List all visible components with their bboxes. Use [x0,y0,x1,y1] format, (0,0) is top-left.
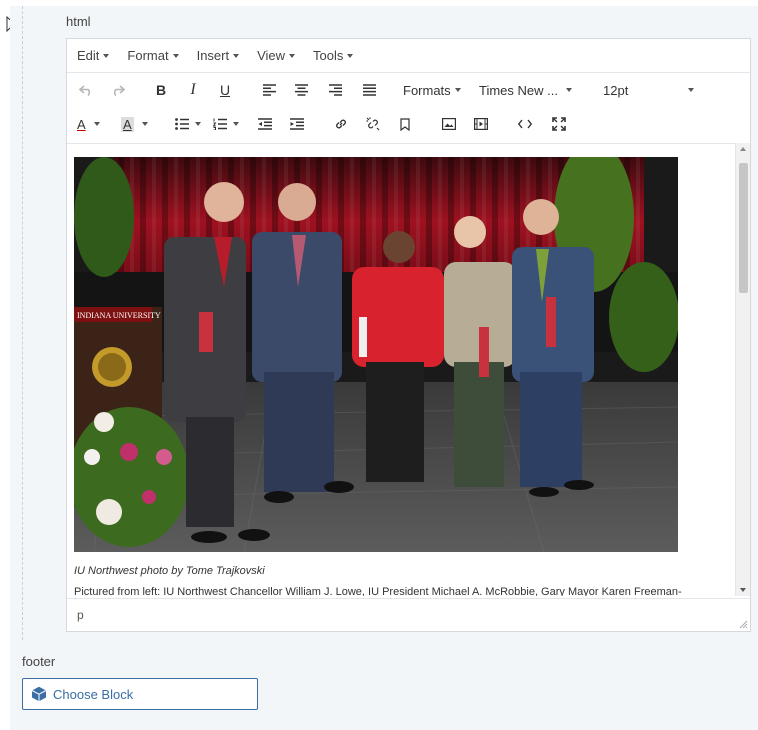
chevron-down-icon [454,88,461,92]
code-icon [518,119,532,129]
numbered-list-icon [213,118,227,130]
text-color-button[interactable]: A [77,113,103,135]
photo-description: Pictured from left: IU Northwest Chancel… [74,586,682,596]
chevron-down-icon [172,53,179,58]
chevron-down-icon [347,53,354,58]
undo-button[interactable] [75,79,97,101]
cube-icon [31,686,47,702]
menu-edit[interactable]: Edit [77,48,110,63]
fullscreen-icon [552,117,566,131]
rich-text-editor[interactable]: Edit Format Insert View Tools B I U Form… [66,38,751,632]
remove-link-button[interactable] [363,113,383,135]
choose-block-label: Choose Block [53,686,134,702]
menu-edit-label: Edit [77,48,100,63]
insert-link-button[interactable] [331,113,351,135]
redo-icon [113,85,125,96]
element-path[interactable]: p [77,608,84,622]
image-icon [442,118,456,130]
scroll-down-arrow-icon[interactable] [740,588,746,592]
anchor-button[interactable] [395,113,415,135]
menu-format[interactable]: Format [127,48,179,63]
font-size-value: 12pt [603,82,629,98]
embedded-photo[interactable]: INDIANA UNIVERSITY [74,157,678,552]
chevron-down-icon [289,53,296,58]
media-icon [474,118,488,130]
align-justify-button[interactable] [359,79,379,101]
source-code-button[interactable] [515,113,535,135]
html-field-label: html [66,14,91,29]
chevron-down-icon [195,122,201,126]
nesting-guide-line [22,6,23,640]
scrollbar-thumb[interactable] [739,163,748,293]
undo-icon [79,85,91,96]
toolbar-row-2: A A [67,107,750,141]
resize-handle-icon[interactable] [739,620,748,629]
editor-menubar: Edit Format Insert View Tools [67,39,750,73]
menu-insert[interactable]: Insert [197,48,240,63]
bullet-list-icon [175,118,189,130]
formats-label: Formats [403,82,451,98]
editor-content-area[interactable]: INDIANA UNIVERSITY IU Northwest photo by… [67,143,735,596]
indent-button[interactable] [287,113,307,135]
text-color-label: A [77,116,86,132]
ribbon-cutting-photo: INDIANA UNIVERSITY [74,157,678,552]
menu-tools-label: Tools [313,48,344,63]
menu-view-label: View [257,48,286,63]
bookmark-icon [400,117,410,131]
footer-field-label: footer [22,654,56,669]
chevron-down-icon [233,122,239,126]
link-icon [336,119,346,129]
formats-dropdown[interactable]: Formats [403,79,467,101]
background-color-label: A [121,116,134,132]
chevron-down-icon [93,122,100,126]
chevron-down-icon [688,88,694,92]
toolbar-row-1: B I U Formats Times New ... 12pt [67,73,750,107]
photo-caption: IU Northwest photo by Tome Trajkovski [74,565,265,577]
chevron-down-icon [233,53,240,58]
menu-tools[interactable]: Tools [313,48,354,63]
redo-button[interactable] [107,79,129,101]
bold-button[interactable]: B [151,79,171,101]
background-color-button[interactable]: A [121,113,151,135]
menu-view[interactable]: View [257,48,296,63]
align-right-button[interactable] [325,79,345,101]
align-left-icon [262,84,276,96]
chevron-down-icon [103,53,110,58]
align-justify-icon [362,84,376,96]
align-right-icon [328,84,342,96]
chevron-down-icon [141,122,148,126]
font-family-value: Times New ... [479,82,558,98]
font-family-select[interactable]: Times New ... [479,79,579,101]
editor-scrollbar[interactable] [735,143,750,596]
underline-button[interactable]: U [215,79,235,101]
menu-insert-label: Insert [196,48,230,63]
scroll-up-arrow-icon[interactable] [740,147,746,151]
content-panel: html Edit Format Insert View Tools B I U [10,6,758,730]
podium-banner-text: INDIANA UNIVERSITY [77,311,161,320]
italic-button[interactable]: I [183,79,203,101]
align-center-icon [294,84,308,96]
align-left-button[interactable] [259,79,279,101]
chevron-down-icon [565,88,572,92]
outdent-icon [258,118,272,130]
insert-media-button[interactable] [471,113,491,135]
editor-statusbar: p [67,598,750,631]
outdent-button[interactable] [255,113,275,135]
indent-icon [290,118,304,130]
fullscreen-button[interactable] [549,113,569,135]
font-size-dropdown-button[interactable] [685,79,697,101]
numbered-list-button[interactable] [213,113,243,135]
align-center-button[interactable] [291,79,311,101]
menu-format-label: Format [127,48,169,63]
unlink-icon [366,117,380,131]
insert-image-button[interactable] [439,113,459,135]
bullet-list-button[interactable] [175,113,205,135]
choose-block-button[interactable]: Choose Block [22,678,258,710]
